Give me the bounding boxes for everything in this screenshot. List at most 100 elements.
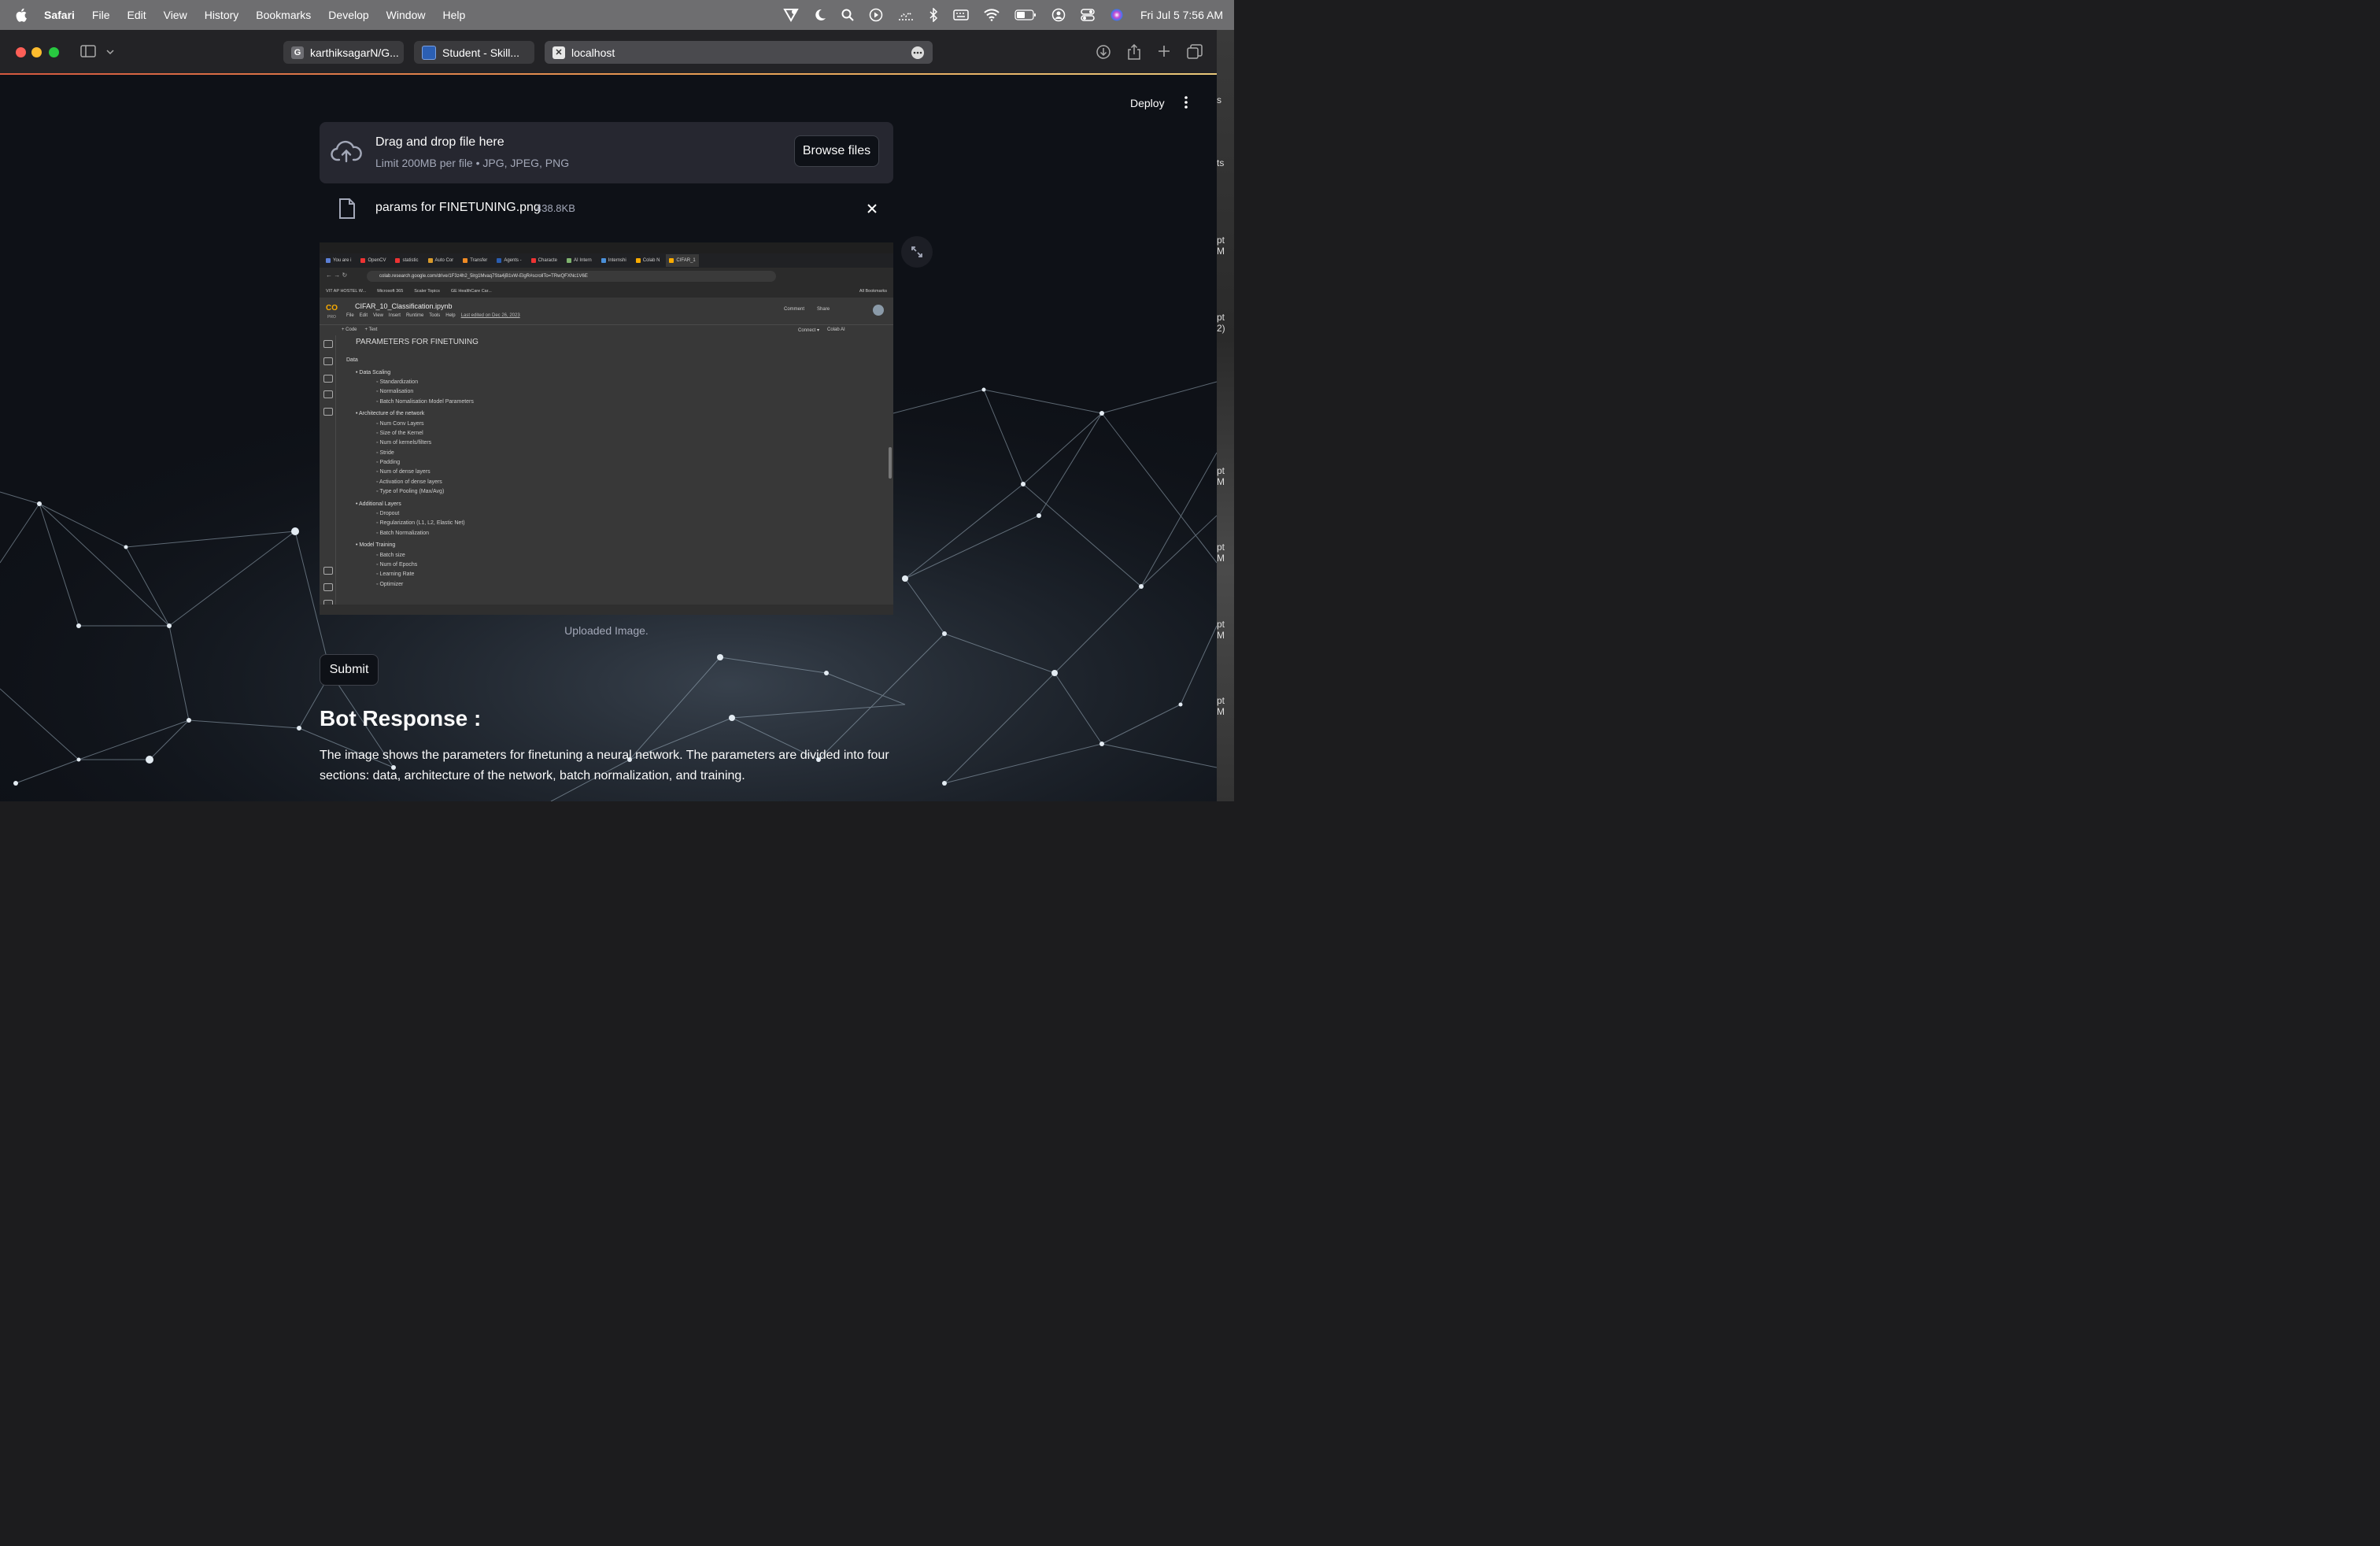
menu-file[interactable]: File bbox=[92, 9, 110, 21]
menu-edit[interactable]: Edit bbox=[127, 9, 146, 21]
preview-bookmark: Scaler Topics bbox=[414, 289, 440, 294]
menu-history[interactable]: History bbox=[205, 9, 239, 21]
menu-bookmarks[interactable]: Bookmarks bbox=[256, 9, 311, 21]
notebook-actions: Comment Share bbox=[784, 307, 830, 312]
chevron-down-icon[interactable] bbox=[105, 49, 115, 55]
parameter-list-item: Batch Nomalisation Model Parameters bbox=[346, 398, 473, 407]
vpn-icon[interactable] bbox=[783, 8, 799, 22]
control-center-icon[interactable] bbox=[1081, 9, 1095, 21]
safari-window: G karthiksagarN/G... Student - Skill... … bbox=[0, 30, 1217, 801]
image-caption: Uploaded Image. bbox=[564, 624, 649, 637]
page-favicon-icon bbox=[422, 45, 436, 60]
preview-colab-notebook: CO PRO CIFAR_10_Classification.ipynb Fil… bbox=[320, 298, 893, 615]
preview-tab: Transfer bbox=[460, 254, 490, 267]
spotlight-search-icon[interactable] bbox=[841, 9, 854, 21]
minimize-window-button[interactable] bbox=[31, 47, 42, 57]
uploaded-file-size: 438.8KB bbox=[536, 202, 575, 214]
tab-overview-icon[interactable] bbox=[1187, 44, 1203, 60]
parameter-list-item: Normalisation bbox=[346, 387, 474, 397]
deploy-button[interactable]: Deploy bbox=[1130, 97, 1165, 109]
menu-develop[interactable]: Develop bbox=[328, 9, 368, 21]
browse-files-button[interactable]: Browse files bbox=[794, 135, 879, 167]
preview-scrollbar bbox=[889, 447, 892, 479]
preview-tab: You are i bbox=[323, 254, 354, 267]
bot-response-heading: Bot Response : bbox=[320, 706, 482, 730]
parameter-list-item: Num of dense layers bbox=[346, 468, 474, 477]
parameter-list-item: Learning Rate bbox=[346, 570, 474, 579]
menubar-clock[interactable]: Fri Jul 5 7:56 AM bbox=[1140, 9, 1223, 21]
bot-response-text: The image shows the parameters for finet… bbox=[320, 749, 889, 782]
menu-window[interactable]: Window bbox=[386, 9, 426, 21]
preview-bookmark: Microsoft 365 bbox=[377, 289, 404, 294]
submit-button[interactable]: Submit bbox=[320, 654, 379, 686]
menu-safari[interactable]: Safari bbox=[44, 9, 75, 21]
parameter-list-item: Optimizer bbox=[346, 580, 474, 590]
notebook-menu: File Edit View Insert Runtime Tools Help Last … bbox=[346, 313, 520, 318]
preview-bookmarks-bar: VIT AP HOSTEL W... Microsoft 365 Scaler … bbox=[320, 285, 893, 298]
preview-tab: Auto Cor bbox=[425, 254, 457, 267]
file-dropzone[interactable]: Drag and drop file here Limit 200MB per … bbox=[320, 122, 893, 183]
macos-menu-bar: Safari File Edit View History Bookmarks … bbox=[0, 0, 1234, 30]
desktop-fragment: pt 2) bbox=[1217, 312, 1225, 334]
tab-label: Student - Skill... bbox=[442, 46, 520, 59]
dropzone-title: Drag and drop file here bbox=[375, 135, 504, 149]
desktop-fragment: pt M bbox=[1217, 542, 1225, 564]
menu-view[interactable]: View bbox=[164, 9, 187, 21]
tab-label: localhost bbox=[571, 46, 615, 59]
preview-nav-icons: ← → ↻ bbox=[326, 272, 348, 279]
parameter-list-item: Batch Normalization bbox=[346, 529, 474, 538]
parameter-list-item: Padding bbox=[346, 458, 474, 468]
battery-icon[interactable] bbox=[1014, 9, 1037, 20]
desktop-fragment: pt M bbox=[1217, 619, 1225, 641]
sidebar-toggle-icon[interactable] bbox=[80, 44, 96, 58]
parameter-list-item: Type of Pooling (Max/Avg) bbox=[346, 487, 474, 497]
parameter-list-item: Num of kernels/filters bbox=[346, 438, 474, 448]
uploaded-file-name: params for FINETUNING.png bbox=[375, 201, 541, 214]
dropzone-limits: Limit 200MB per file • JPG, JPEG, PNG bbox=[375, 157, 570, 169]
preview-bottom-bar bbox=[320, 605, 893, 615]
downloads-icon[interactable] bbox=[1096, 44, 1111, 60]
file-icon bbox=[339, 198, 355, 219]
tab-label: karthiksagarN/G... bbox=[310, 46, 399, 59]
zoom-window-button[interactable] bbox=[49, 47, 59, 57]
apple-icon[interactable] bbox=[16, 8, 28, 22]
desktop-fragment: s bbox=[1217, 94, 1221, 105]
desktop-fragment: ts bbox=[1217, 157, 1225, 168]
preview-tab: statistic bbox=[392, 254, 421, 267]
tab-student-skill[interactable]: Student - Skill... bbox=[414, 41, 534, 64]
more-options-icon[interactable] bbox=[911, 46, 925, 60]
siri-icon[interactable] bbox=[1110, 8, 1124, 22]
desktop-background-strip: s ts pt M pt 2) pt M pt M pt M pt M bbox=[1217, 30, 1234, 801]
parameter-list-item: Data Scaling bbox=[346, 368, 474, 378]
preview-tab: Characte bbox=[528, 254, 560, 267]
notebook-cell-bar: + Code + Text Connect ▾ Colab AI bbox=[320, 324, 893, 336]
menu-help[interactable]: Help bbox=[442, 9, 465, 21]
wifi-icon[interactable] bbox=[984, 9, 1000, 21]
app-header bbox=[0, 75, 1217, 122]
uploaded-image: You are i OpenCV statistic Auto Cor Tran… bbox=[320, 242, 893, 615]
play-icon[interactable] bbox=[869, 8, 883, 22]
activity-icon[interactable] bbox=[898, 9, 914, 21]
github-favicon-icon: G bbox=[291, 46, 304, 59]
new-tab-icon[interactable] bbox=[1157, 44, 1171, 58]
preview-bookmark: GE HealthCare Car... bbox=[450, 289, 492, 294]
share-icon[interactable] bbox=[1127, 44, 1141, 60]
keyboard-icon[interactable] bbox=[953, 9, 969, 21]
cloud-upload-icon bbox=[331, 140, 362, 163]
tab-github[interactable]: G karthiksagarN/G... bbox=[283, 41, 404, 64]
notebook-name: CIFAR_10_Classification.ipynb bbox=[355, 302, 453, 310]
desktop-fragment: pt M bbox=[1217, 465, 1225, 487]
preview-url: colab.research.google.com/drive/1F3z4h2_… bbox=[367, 271, 776, 282]
remove-file-close-icon[interactable] bbox=[866, 202, 878, 215]
desktop-fragment: pt M bbox=[1217, 235, 1225, 257]
moon-icon[interactable] bbox=[814, 9, 826, 21]
bluetooth-icon[interactable] bbox=[929, 8, 938, 22]
parameter-list-item: Data bbox=[346, 357, 358, 363]
fullscreen-expand-button[interactable] bbox=[901, 236, 933, 268]
user-account-icon[interactable] bbox=[1051, 8, 1066, 22]
tab-localhost[interactable]: ✕ localhost bbox=[545, 41, 933, 64]
main-menu-icon[interactable] bbox=[1181, 95, 1192, 109]
close-window-button[interactable] bbox=[16, 47, 26, 57]
localhost-favicon-icon: ✕ bbox=[552, 46, 565, 59]
parameter-list-item: Stride bbox=[346, 449, 474, 458]
